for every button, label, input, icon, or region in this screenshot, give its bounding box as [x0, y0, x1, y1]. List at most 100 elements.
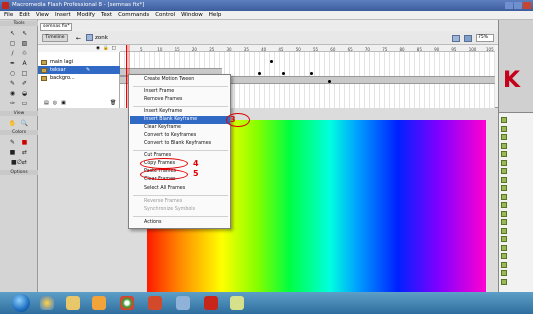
- menu-text[interactable]: Text: [101, 11, 112, 19]
- library-item-icon[interactable]: [501, 261, 507, 268]
- layer-row[interactable]: backgro...: [38, 74, 120, 82]
- library-item-icon[interactable]: [501, 210, 507, 217]
- selection-tool-icon[interactable]: ↖: [8, 29, 17, 37]
- paint-icon[interactable]: [230, 296, 244, 310]
- lasso-tool-icon[interactable]: ♲: [20, 49, 29, 57]
- pen-tool-icon[interactable]: ✒: [8, 59, 17, 67]
- swap-colors-icon[interactable]: ⇄: [20, 148, 29, 156]
- library-item-icon[interactable]: [501, 227, 507, 234]
- layer-row[interactable]: main lagi: [38, 58, 120, 66]
- view-section-label: View: [0, 111, 38, 116]
- powerpoint-icon[interactable]: [148, 296, 162, 310]
- menu-commands[interactable]: Commands: [118, 11, 149, 19]
- insert-layer-icon[interactable]: ▤: [44, 100, 49, 106]
- menu-edit[interactable]: Edit: [19, 11, 30, 19]
- menu-item-clear-keyframe[interactable]: Clear Keyframe: [130, 124, 230, 132]
- hand-tool-icon[interactable]: ✋: [8, 119, 17, 127]
- menu-item-select-all-frames[interactable]: Select All Frames: [130, 185, 230, 193]
- library-item-icon[interactable]: [501, 270, 507, 276]
- network-icon[interactable]: [176, 296, 190, 310]
- fill-color-icon[interactable]: ■: [20, 138, 29, 146]
- library-item-icon[interactable]: [501, 278, 507, 285]
- black-white-icon[interactable]: ■: [8, 148, 17, 156]
- text-tool-icon[interactable]: A: [20, 59, 29, 67]
- menu-item-insert-keyframe[interactable]: Insert Keyframe: [130, 108, 230, 116]
- keyframe-marker[interactable]: [328, 80, 331, 83]
- menu-item-insert-frame[interactable]: Insert Frame: [130, 88, 230, 96]
- flash-taskbar-icon[interactable]: [204, 296, 218, 310]
- add-guide-layer-icon[interactable]: ◎: [53, 100, 57, 106]
- no-color-icon[interactable]: ■∅⇄: [8, 158, 30, 166]
- oval-tool-icon[interactable]: ○: [8, 69, 17, 77]
- library-item-icon[interactable]: [501, 236, 507, 242]
- menu-item-actions[interactable]: Actions: [130, 219, 230, 227]
- menu-insert[interactable]: Insert: [55, 11, 71, 19]
- library-item-icon[interactable]: [501, 117, 507, 123]
- document-tab[interactable]: semnas fix*: [40, 23, 72, 31]
- stroke-color-icon[interactable]: ✎: [8, 138, 17, 146]
- library-item-icon[interactable]: [501, 142, 507, 149]
- menu-help[interactable]: Help: [209, 11, 222, 19]
- keyframe-marker[interactable]: [310, 72, 313, 75]
- eye-icon[interactable]: ◉: [96, 46, 100, 51]
- menu-window[interactable]: Window: [181, 11, 203, 19]
- library-item-icon[interactable]: [501, 168, 507, 174]
- rectangle-tool-icon[interactable]: □: [20, 69, 29, 77]
- zoom-select[interactable]: 75%: [476, 34, 494, 42]
- library-item-icon[interactable]: [501, 244, 507, 251]
- menu-view[interactable]: View: [36, 11, 49, 19]
- subselection-tool-icon[interactable]: ⇖: [20, 29, 29, 37]
- minimize-icon[interactable]: [505, 2, 513, 9]
- menu-modify[interactable]: Modify: [77, 11, 95, 19]
- menu-item-reverse-frames: Reverse Frames: [144, 199, 183, 204]
- library-item-icon[interactable]: [501, 193, 507, 200]
- insert-folder-icon[interactable]: ▣: [61, 100, 66, 106]
- library-item-icon[interactable]: [501, 134, 507, 140]
- folder-icon[interactable]: [66, 296, 80, 310]
- menu-item-convert-to-keyframes[interactable]: Convert to Keyframes: [130, 132, 230, 140]
- ie-browser-icon[interactable]: [40, 296, 54, 310]
- menu-file[interactable]: File: [4, 11, 13, 19]
- outline-icon[interactable]: □: [112, 46, 116, 51]
- fill-transform-icon[interactable]: ▧: [20, 39, 29, 47]
- line-tool-icon[interactable]: ∕: [8, 49, 17, 57]
- menu-item-insert-blank-keyframe[interactable]: Insert Blank Keyframe: [130, 116, 230, 124]
- library-item-icon[interactable]: [501, 176, 507, 183]
- lock-icon[interactable]: 🔒: [103, 46, 109, 51]
- edit-scene-icon[interactable]: [452, 35, 460, 42]
- layer-row-selected[interactable]: teksar ✎: [38, 66, 120, 74]
- maximize-icon[interactable]: [514, 2, 522, 9]
- menu-item-remove-frames[interactable]: Remove Frames: [130, 96, 230, 104]
- delete-layer-icon[interactable]: 🗑: [110, 100, 116, 106]
- eyedropper-icon[interactable]: ✑: [8, 99, 17, 107]
- brush-tool-icon[interactable]: ✐: [20, 79, 29, 87]
- library-list[interactable]: [499, 112, 533, 292]
- keyframe-marker[interactable]: [258, 72, 261, 75]
- timeline-button[interactable]: Timeline: [42, 34, 68, 42]
- start-button-icon[interactable]: [12, 294, 30, 312]
- keyframe-marker[interactable]: [282, 72, 285, 75]
- pencil-tool-icon[interactable]: ✎: [8, 79, 17, 87]
- paint-bucket-icon[interactable]: ◒: [20, 89, 29, 97]
- media-icon[interactable]: [92, 296, 106, 310]
- back-arrow-icon[interactable]: ←: [76, 35, 81, 42]
- free-transform-icon[interactable]: ▢: [8, 39, 17, 47]
- library-item-icon[interactable]: [501, 125, 507, 132]
- library-item-icon[interactable]: [501, 253, 507, 259]
- eraser-tool-icon[interactable]: ▭: [20, 99, 29, 107]
- chrome-browser-icon[interactable]: [120, 296, 134, 310]
- edit-symbols-icon[interactable]: [464, 35, 472, 42]
- keyframe-marker[interactable]: [270, 60, 273, 63]
- zoom-tool-icon[interactable]: 🔍: [20, 119, 29, 127]
- library-item-icon[interactable]: [501, 219, 507, 225]
- frame-ruler[interactable]: 5 10 15 20 25 30 35 40 45 50 55 60 65 70 75 80 85 90 95 100…: [120, 45, 495, 52]
- library-item-icon[interactable]: [501, 202, 507, 208]
- menu-control[interactable]: Control: [155, 11, 175, 19]
- close-icon[interactable]: [523, 2, 531, 9]
- library-item-icon[interactable]: [501, 159, 507, 166]
- library-item-icon[interactable]: [501, 185, 507, 191]
- ink-bottle-icon[interactable]: ◉: [8, 89, 17, 97]
- library-item-icon[interactable]: [501, 151, 507, 157]
- menu-item-convert-to-blank-keyframes[interactable]: Convert to Blank Keyframes: [130, 140, 230, 148]
- menu-item-create-motion-tween[interactable]: Create Motion Tween: [130, 76, 230, 84]
